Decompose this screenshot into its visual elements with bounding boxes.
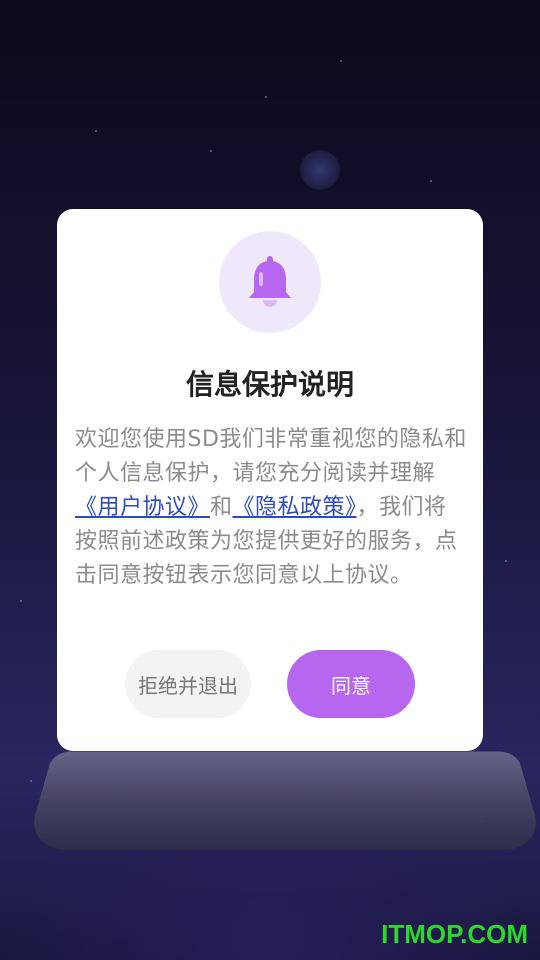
user-agreement-link[interactable]: 《用户协议》 [75, 495, 210, 520]
agree-button[interactable]: 同意 [287, 650, 415, 718]
privacy-policy-link[interactable]: 《隐私政策》 [233, 495, 357, 520]
body-text-and: 和 [210, 495, 233, 520]
reject-exit-button[interactable]: 拒绝并退出 [125, 650, 251, 718]
dialog-title: 信息保护说明 [185, 368, 354, 401]
dialog-body: 欢迎您使用SD我们非常重视您的隐私和个人信息保护，请您充分阅读并理解《用户协议》… [75, 423, 469, 593]
watermark: ITMOP.COM [381, 919, 528, 949]
bell-icon [219, 231, 321, 333]
privacy-dialog: 信息保护说明 欢迎您使用SD我们非常重视您的隐私和个人信息保护，请您充分阅读并理… [57, 209, 483, 751]
body-text-intro: 欢迎您使用SD我们非常重视您的隐私和个人信息保护，请您充分阅读并理解 [75, 427, 467, 486]
phone-illustration [25, 751, 540, 851]
